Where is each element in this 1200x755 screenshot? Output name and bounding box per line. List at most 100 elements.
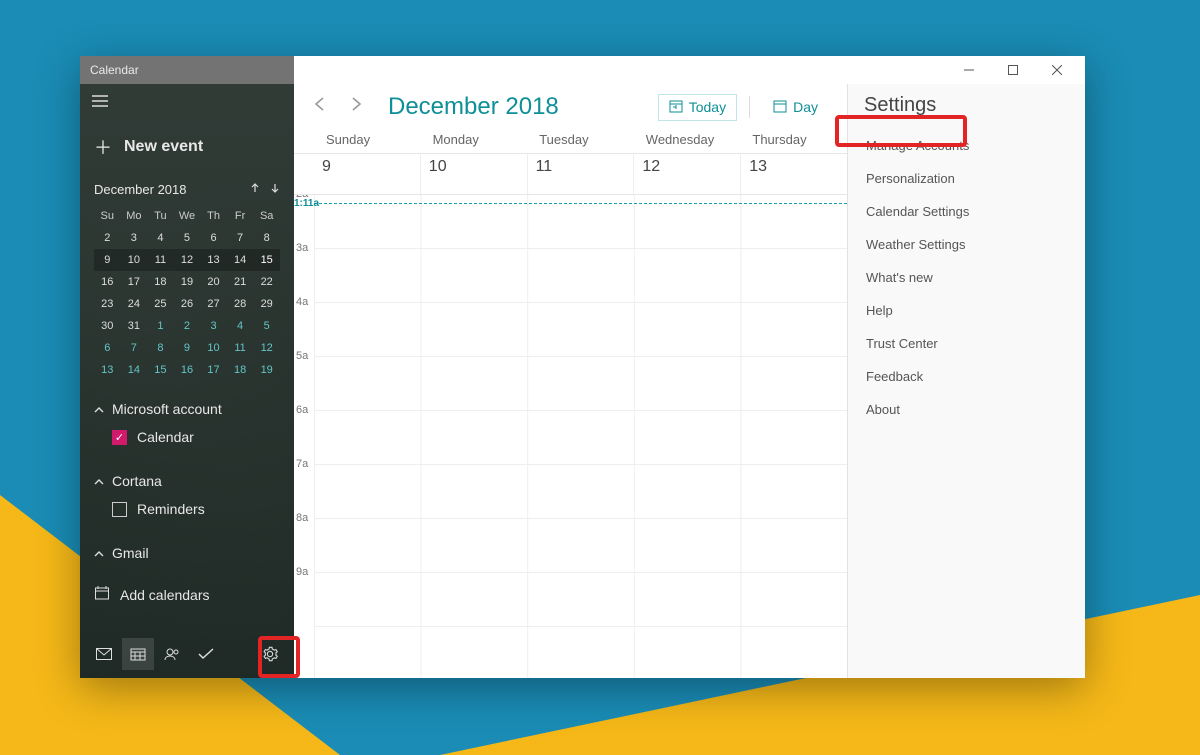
hour-row[interactable]: 5a	[314, 357, 847, 411]
mini-calendar-title[interactable]: December 2018	[94, 182, 187, 197]
view-switch-button[interactable]: Day	[762, 94, 829, 121]
mini-calendar-day[interactable]: 16	[174, 359, 201, 381]
mini-calendar-day[interactable]: 16	[94, 271, 121, 293]
settings-button[interactable]	[254, 638, 286, 670]
mini-calendar-day[interactable]: 18	[147, 271, 174, 293]
new-event-button[interactable]: ＋ New event	[80, 122, 294, 172]
mini-calendar-day[interactable]: 14	[121, 359, 148, 381]
account-gmail-toggle[interactable]: Gmail	[94, 539, 280, 567]
mini-calendar-day[interactable]: 6	[200, 227, 227, 249]
mini-calendar-day[interactable]: 4	[227, 315, 254, 337]
calendar-app-button[interactable]	[122, 638, 154, 670]
date-cell[interactable]: 13	[740, 154, 847, 194]
account-cortana-toggle[interactable]: Cortana	[94, 467, 280, 495]
hour-row[interactable]: 9a	[314, 573, 847, 627]
mini-calendar-day[interactable]: 3	[121, 227, 148, 249]
hour-row[interactable]: 8a	[314, 519, 847, 573]
hour-row[interactable]: 4a	[314, 303, 847, 357]
mini-calendar-day[interactable]: 24	[121, 293, 148, 315]
time-grid[interactable]: 1:11a 2a3a4a5a6a7a8a9a	[314, 195, 847, 678]
mini-calendar-day[interactable]: 10	[121, 249, 148, 271]
next-period-button[interactable]	[344, 92, 368, 122]
mini-calendar-weekday: Fr	[227, 205, 254, 227]
mini-calendar-day[interactable]: 28	[227, 293, 254, 315]
settings-item-manage-accounts[interactable]: Manage Accounts	[864, 129, 1069, 162]
hour-row[interactable]: 7a	[314, 465, 847, 519]
account-microsoft-toggle[interactable]: Microsoft account	[94, 395, 280, 423]
mini-calendar-day[interactable]: 11	[227, 337, 254, 359]
mini-calendar-day[interactable]: 8	[147, 337, 174, 359]
mini-calendar-day[interactable]: 20	[200, 271, 227, 293]
settings-item-feedback[interactable]: Feedback	[864, 360, 1069, 393]
mini-calendar-day[interactable]: 18	[227, 359, 254, 381]
mini-calendar-day[interactable]: 7	[121, 337, 148, 359]
prev-period-button[interactable]	[308, 92, 332, 122]
mini-calendar-day[interactable]: 9	[174, 337, 201, 359]
mini-calendar-day[interactable]: 17	[121, 271, 148, 293]
settings-item-calendar-settings[interactable]: Calendar Settings	[864, 195, 1069, 228]
mini-calendar-prev-button[interactable]	[250, 182, 260, 197]
mini-calendar-day[interactable]: 22	[253, 271, 280, 293]
mini-calendar-next-button[interactable]	[270, 182, 280, 197]
mini-calendar-day[interactable]: 26	[174, 293, 201, 315]
mini-calendar-day[interactable]: 19	[253, 359, 280, 381]
mini-calendar-day[interactable]: 9	[94, 249, 121, 271]
mini-calendar-day[interactable]: 12	[253, 337, 280, 359]
date-cell[interactable]: 10	[420, 154, 527, 194]
window-close-button[interactable]	[1037, 56, 1077, 84]
hour-row[interactable]: 3a	[314, 249, 847, 303]
mini-calendar-day[interactable]: 12	[174, 249, 201, 271]
mail-app-button[interactable]	[88, 638, 120, 670]
weekday-header: Sunday	[314, 126, 421, 153]
settings-item-personalization[interactable]: Personalization	[864, 162, 1069, 195]
mini-calendar-day[interactable]: 29	[253, 293, 280, 315]
calendar-checkbox-row[interactable]: ✓ Calendar	[94, 423, 280, 451]
settings-item-weather-settings[interactable]: Weather Settings	[864, 228, 1069, 261]
todo-app-button[interactable]	[190, 638, 222, 670]
settings-item-what-s-new[interactable]: What's new	[864, 261, 1069, 294]
settings-item-trust-center[interactable]: Trust Center	[864, 327, 1069, 360]
settings-item-about[interactable]: About	[864, 393, 1069, 426]
date-cell[interactable]: 12	[633, 154, 740, 194]
mini-calendar-day[interactable]: 23	[94, 293, 121, 315]
mini-calendar-day[interactable]: 15	[147, 359, 174, 381]
hour-label: 7a	[296, 458, 308, 470]
mini-calendar-day[interactable]: 2	[174, 315, 201, 337]
mini-calendar-day[interactable]: 31	[121, 315, 148, 337]
mini-calendar-grid[interactable]: SuMoTuWeThFrSa 2345678910111213141516171…	[94, 205, 280, 381]
mini-calendar-day[interactable]: 5	[174, 227, 201, 249]
mini-calendar-day[interactable]: 15	[253, 249, 280, 271]
mini-calendar-day[interactable]: 3	[200, 315, 227, 337]
mini-calendar-day[interactable]: 19	[174, 271, 201, 293]
reminders-checkbox-row[interactable]: Reminders	[94, 495, 280, 523]
people-app-button[interactable]	[156, 638, 188, 670]
hamburger-menu-button[interactable]	[80, 84, 294, 122]
mini-calendar-day[interactable]: 6	[94, 337, 121, 359]
today-button[interactable]: Today	[658, 94, 737, 121]
hour-row[interactable]: 2a	[314, 195, 847, 249]
mini-calendar-day[interactable]: 7	[227, 227, 254, 249]
date-cell[interactable]: 11	[527, 154, 634, 194]
mini-calendar-day[interactable]: 10	[200, 337, 227, 359]
mini-calendar-day[interactable]: 21	[227, 271, 254, 293]
mini-calendar-day[interactable]: 30	[94, 315, 121, 337]
mini-calendar-day[interactable]: 11	[147, 249, 174, 271]
mini-calendar-day[interactable]: 4	[147, 227, 174, 249]
mini-calendar-day[interactable]: 5	[253, 315, 280, 337]
window-maximize-button[interactable]	[993, 56, 1033, 84]
settings-item-help[interactable]: Help	[864, 294, 1069, 327]
mini-calendar-day[interactable]: 13	[94, 359, 121, 381]
mini-calendar-day[interactable]: 27	[200, 293, 227, 315]
date-cell[interactable]: 9	[314, 154, 420, 194]
window-minimize-button[interactable]	[949, 56, 989, 84]
mini-calendar-day[interactable]: 25	[147, 293, 174, 315]
mini-calendar-day[interactable]: 2	[94, 227, 121, 249]
mini-calendar-day[interactable]: 14	[227, 249, 254, 271]
mini-calendar-day[interactable]: 8	[253, 227, 280, 249]
add-calendars-button[interactable]: Add calendars	[80, 575, 294, 614]
mini-calendar-day[interactable]: 13	[200, 249, 227, 271]
mini-calendar-day[interactable]: 17	[200, 359, 227, 381]
mini-calendar-day[interactable]: 1	[147, 315, 174, 337]
weekday-header: Thursday	[740, 126, 847, 153]
hour-row[interactable]: 6a	[314, 411, 847, 465]
